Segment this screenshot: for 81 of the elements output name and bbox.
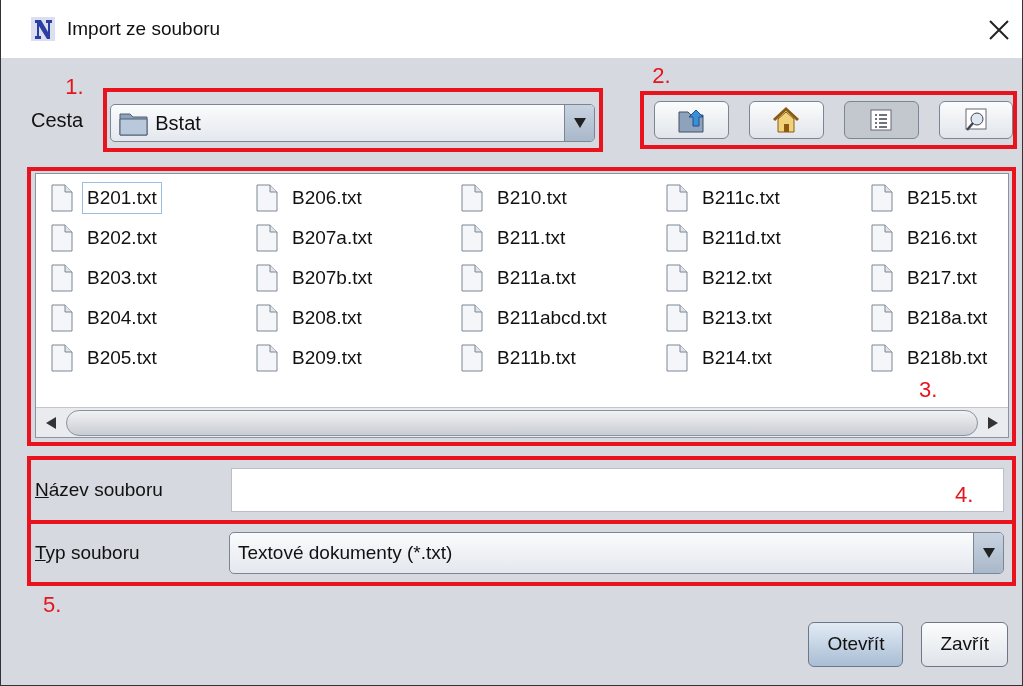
file-item[interactable]: B218b.txt — [902, 341, 993, 375]
path-label: Cesta — [31, 108, 84, 133]
dropdown-arrow-icon — [573, 118, 586, 128]
file-item[interactable]: B209.txt — [287, 341, 367, 375]
document-icon — [665, 304, 689, 332]
list-view-icon — [870, 109, 893, 131]
file-item[interactable]: B211abcd.txt — [492, 301, 612, 335]
document-icon — [665, 264, 689, 292]
file-item[interactable]: B211b.txt — [492, 341, 581, 375]
window-title: Import ze souboru — [67, 16, 221, 41]
field-label: Typ souboru — [35, 540, 141, 565]
file-item[interactable]: B203.txt — [82, 261, 162, 295]
file-item[interactable]: B214.txt — [697, 341, 777, 375]
document-icon — [50, 184, 74, 212]
document-icon — [255, 264, 279, 292]
document-icon — [460, 304, 484, 332]
file-item[interactable]: B201.txt — [82, 181, 162, 215]
document-icon — [255, 184, 279, 212]
document-icon — [460, 264, 484, 292]
document-icon — [870, 344, 894, 372]
file-item[interactable]: B207b.txt — [287, 261, 378, 295]
folder-icon — [119, 110, 150, 136]
horizontal-scrollbar[interactable] — [36, 407, 1008, 437]
close-dialog-button[interactable]: Zavřít — [921, 622, 1008, 667]
toolbar-button[interactable] — [654, 101, 729, 139]
annotation-number: 5. — [43, 594, 62, 616]
file-type-dropdown[interactable]: Textové dokumenty (*.txt) — [229, 532, 1004, 574]
document-icon — [870, 224, 894, 252]
toolbar-button[interactable] — [843, 101, 919, 139]
annotation-number: 2. — [652, 65, 671, 87]
document-icon — [255, 224, 279, 252]
document-icon — [255, 304, 279, 332]
document-icon — [870, 264, 894, 292]
document-icon — [460, 344, 484, 372]
file-item[interactable]: B211a.txt — [492, 261, 581, 295]
file-item[interactable]: B202.txt — [82, 221, 162, 255]
file-item[interactable]: B212.txt — [697, 261, 777, 295]
file-item[interactable]: B215.txt — [902, 181, 982, 215]
document-icon — [50, 304, 74, 332]
document-icon — [50, 224, 74, 252]
annotation-number: 1. — [65, 76, 84, 98]
document-icon — [665, 224, 689, 252]
magnifier-document-icon — [962, 107, 989, 133]
file-item[interactable]: B218a.txt — [902, 301, 993, 335]
annotation-number: 4. — [955, 484, 974, 506]
document-icon — [50, 264, 74, 292]
file-item[interactable]: B211.txt — [492, 221, 571, 255]
home-icon — [771, 106, 802, 134]
file-item[interactable]: B216.txt — [902, 221, 982, 255]
document-icon — [460, 224, 484, 252]
file-item[interactable]: B208.txt — [287, 301, 367, 335]
file-item[interactable]: B211c.txt — [697, 181, 785, 215]
file-item[interactable]: B206.txt — [287, 181, 367, 215]
file-item[interactable]: B217.txt — [902, 261, 982, 295]
file-name-field[interactable] — [231, 468, 1004, 512]
field-label: Název souboru — [35, 477, 164, 502]
toolbar-button[interactable] — [938, 101, 1014, 139]
scroll-right-icon — [988, 416, 998, 429]
folder-dropdown[interactable]: Bstat — [110, 104, 596, 142]
document-icon — [50, 344, 74, 372]
folder-name: Bstat — [155, 111, 201, 136]
document-icon — [255, 344, 279, 372]
annotation-number: 3. — [919, 379, 938, 401]
open-button[interactable]: Otevřít — [808, 622, 904, 667]
document-icon — [460, 184, 484, 212]
file-item[interactable]: B210.txt — [492, 181, 572, 215]
document-icon — [665, 344, 689, 372]
document-icon — [870, 184, 894, 212]
file-item[interactable]: B205.txt — [82, 341, 162, 375]
document-icon — [870, 304, 894, 332]
file-item[interactable]: B213.txt — [697, 301, 777, 335]
document-icon — [665, 184, 689, 212]
dropdown-arrow-icon — [982, 548, 995, 558]
scrollbar-thumb[interactable] — [66, 409, 978, 436]
file-item[interactable]: B207a.txt — [287, 221, 378, 255]
file-item[interactable]: B211d.txt — [697, 221, 786, 255]
scroll-left-icon — [46, 416, 56, 429]
toolbar-button[interactable] — [749, 101, 824, 139]
close-button[interactable] — [988, 17, 1010, 41]
app-logo-icon — [31, 17, 55, 41]
file-item[interactable]: B204.txt — [82, 301, 162, 335]
